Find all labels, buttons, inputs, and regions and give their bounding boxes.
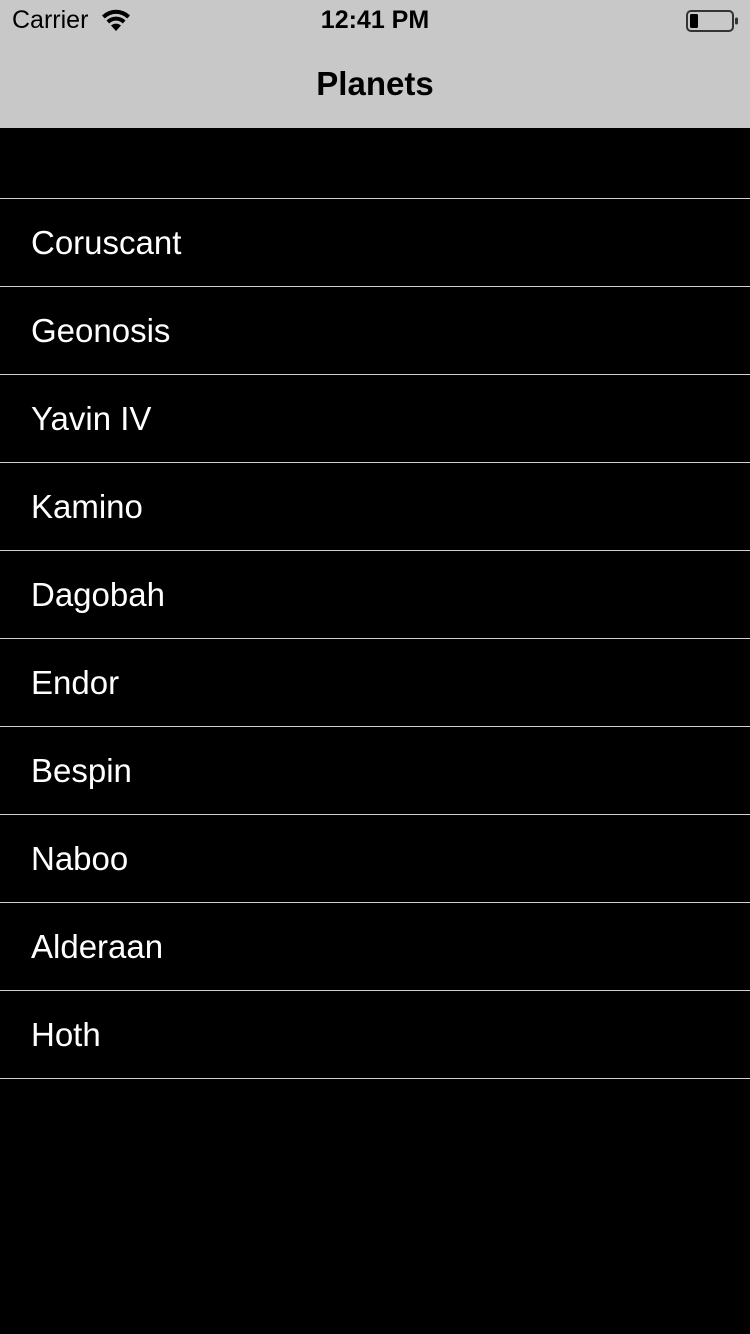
list-item[interactable]: Dagobah xyxy=(0,551,750,639)
list-item-label: Naboo xyxy=(31,840,129,877)
list-item-label: Dagobah xyxy=(31,576,165,613)
list-item[interactable]: Alderaan xyxy=(0,903,750,991)
page-title: Planets xyxy=(316,65,434,102)
list-item[interactable]: Hoth xyxy=(0,991,750,1079)
list-item[interactable]: Endor xyxy=(0,639,750,727)
planet-list: Coruscant Geonosis Yavin IV Kamino Dagobah En… xyxy=(0,198,750,1079)
list-item-label: Bespin xyxy=(31,752,132,789)
planets-screen: Carrier 12:41 PM Planets Coruscant Geonos… xyxy=(0,0,750,1334)
list-item-label: Hoth xyxy=(31,1016,101,1053)
list-item-label: Geonosis xyxy=(31,312,171,349)
list-item[interactable]: Coruscant xyxy=(0,199,750,287)
list-item[interactable]: Kamino xyxy=(0,463,750,551)
battery-icon xyxy=(686,10,738,32)
list-item[interactable]: Bespin xyxy=(0,727,750,815)
status-bar: Carrier 12:41 PM xyxy=(0,0,750,40)
list-item[interactable]: Yavin IV xyxy=(0,375,750,463)
status-time: 12:41 PM xyxy=(320,6,430,34)
list-item-label: Kamino xyxy=(31,488,143,525)
list-item-label: Endor xyxy=(31,664,120,701)
top-bar: Carrier 12:41 PM Planets xyxy=(0,0,750,128)
list-item-label: Yavin IV xyxy=(31,400,152,437)
list-item-label: Coruscant xyxy=(31,224,182,261)
list-item[interactable]: Naboo xyxy=(0,815,750,903)
list-item[interactable]: Geonosis xyxy=(0,287,750,375)
list-item-label: Alderaan xyxy=(31,928,164,965)
